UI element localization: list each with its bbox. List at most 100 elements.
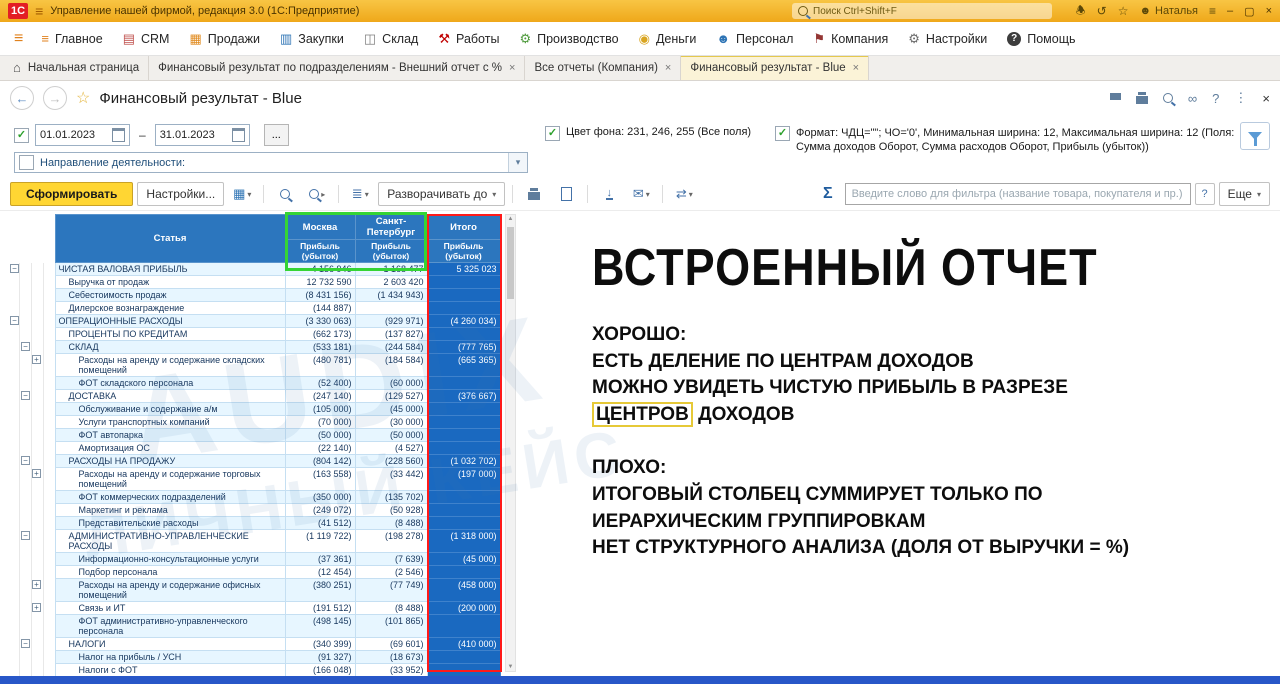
print-preview-button[interactable] [552, 183, 580, 205]
value-cell-moscow[interactable]: (163 558) [284, 467, 356, 491]
more-kebab-icon[interactable]: ⋮ [1234, 90, 1247, 106]
value-cell-moscow[interactable]: (533 181) [284, 340, 356, 354]
value-cell-total[interactable] [426, 376, 501, 390]
value-cell-spb[interactable]: (50 928) [354, 503, 428, 517]
menu-item-personnel[interactable]: ☻ Персонал [706, 22, 803, 55]
tab-close-icon[interactable]: × [509, 62, 515, 74]
article-cell[interactable]: ФОТ коммерческих подразделений [54, 490, 286, 504]
collapse-node-icon[interactable]: − [10, 315, 19, 325]
article-cell[interactable]: ОПЕРАЦИОННЫЕ РАСХОДЫ [54, 314, 286, 328]
menu-item-company[interactable]: ⚑ Компания [803, 22, 898, 55]
value-cell-spb[interactable]: (1 434 943) [354, 288, 428, 302]
value-cell-moscow[interactable]: (247 140) [284, 389, 356, 403]
article-cell[interactable]: Представительские расходы [54, 516, 286, 530]
value-cell-total[interactable]: (665 365) [426, 353, 501, 377]
value-cell-moscow[interactable]: (41 512) [284, 516, 356, 530]
value-cell-moscow[interactable]: (50 000) [284, 428, 356, 442]
value-cell-moscow[interactable]: (105 000) [284, 402, 356, 416]
value-cell-total[interactable]: (4 260 034) [426, 314, 501, 328]
article-cell[interactable]: Налог на прибыль / УСН [54, 650, 286, 664]
period-to-input[interactable] [155, 129, 228, 141]
bottom-scrollbar[interactable] [0, 676, 1280, 684]
article-cell[interactable]: Расходы на аренду и содержание офисных п… [54, 578, 286, 602]
column-header-moscow[interactable]: Москва [284, 214, 356, 240]
article-cell[interactable]: СКЛАД [54, 340, 286, 354]
link-icon[interactable]: ∞ [1188, 91, 1197, 106]
value-cell-spb[interactable]: (60 000) [354, 376, 428, 390]
menu-item-money[interactable]: ◉ Деньги [629, 22, 707, 55]
value-cell-spb[interactable]: (101 865) [354, 614, 428, 638]
value-cell-spb[interactable]: (137 827) [354, 327, 428, 341]
service-menu-icon[interactable]: ≡ [1209, 4, 1216, 18]
article-cell[interactable]: Обслуживание и содержание а/м [54, 402, 286, 416]
close-window-button[interactable]: × [1266, 5, 1272, 17]
value-cell-total[interactable] [426, 650, 501, 664]
filter-settings-button[interactable] [1240, 122, 1270, 150]
period-checkbox[interactable]: ✓ [14, 127, 29, 143]
value-cell-spb[interactable]: (77 749) [354, 578, 428, 602]
direction-filter-field[interactable]: Направление деятельности: ▾ [14, 152, 528, 173]
maximize-button[interactable]: ▢ [1244, 5, 1254, 18]
article-cell[interactable]: Амортизация ОС [54, 441, 286, 455]
article-cell[interactable]: РАСХОДЫ НА ПРОДАЖУ [54, 454, 286, 468]
value-cell-spb[interactable]: (4 527) [354, 441, 428, 455]
tab-1[interactable]: Финансовый результат по подразделениям -… [149, 55, 526, 80]
value-cell-total[interactable]: 5 325 023 [426, 262, 501, 276]
calendar-icon[interactable] [112, 128, 125, 142]
article-cell[interactable]: Выручка от продаж [54, 275, 286, 289]
value-cell-moscow[interactable]: (37 361) [284, 552, 356, 566]
direction-dropdown-icon[interactable]: ▾ [508, 153, 527, 172]
value-cell-total[interactable] [426, 565, 501, 579]
value-cell-spb[interactable]: (30 000) [354, 415, 428, 429]
value-cell-spb[interactable]: (198 278) [354, 529, 428, 553]
value-cell-spb[interactable]: (7 639) [354, 552, 428, 566]
sum-sigma-icon[interactable]: Σ [823, 185, 841, 203]
value-cell-total[interactable]: (197 000) [426, 467, 501, 491]
value-cell-total[interactable]: (410 000) [426, 637, 501, 651]
value-cell-moscow[interactable]: (380 251) [284, 578, 356, 602]
export-button[interactable]: ↓ [595, 183, 623, 205]
value-cell-total[interactable] [426, 614, 501, 638]
value-cell-moscow[interactable]: (91 327) [284, 650, 356, 664]
value-cell-total[interactable] [426, 402, 501, 416]
value-cell-moscow[interactable]: (498 145) [284, 614, 356, 638]
menu-item-production[interactable]: ⚙ Производство [509, 22, 628, 55]
tab-close-icon[interactable]: × [853, 62, 859, 74]
column-header-article[interactable]: Статья [54, 214, 286, 263]
value-cell-total[interactable] [426, 516, 501, 530]
expand-node-icon[interactable]: + [32, 602, 41, 612]
tab-3[interactable]: Финансовый результат - Blue × [681, 55, 870, 80]
article-cell[interactable]: Информационно-консультационные услуги [54, 552, 286, 566]
value-cell-moscow[interactable]: (3 330 063) [284, 314, 356, 328]
menu-item-settings[interactable]: ⚙ Настройки [898, 22, 997, 55]
period-from-field[interactable] [35, 124, 130, 146]
back-button[interactable]: ← [10, 86, 34, 110]
period-more-button[interactable]: ... [263, 124, 289, 146]
refresh-button[interactable]: ⇄ ▾ [670, 183, 698, 205]
article-cell[interactable]: ЧИСТАЯ ВАЛОВАЯ ПРИБЫЛЬ [54, 262, 286, 276]
article-cell[interactable]: Подбор персонала [54, 565, 286, 579]
value-cell-spb[interactable]: (244 584) [354, 340, 428, 354]
value-cell-spb[interactable]: (69 601) [354, 637, 428, 651]
value-cell-moscow[interactable]: (22 140) [284, 441, 356, 455]
menu-item-help[interactable]: ? Помощь [997, 22, 1085, 55]
value-cell-spb[interactable]: (8 488) [354, 516, 428, 530]
forward-button[interactable]: → [43, 86, 67, 110]
subheader-spb[interactable]: Прибыль (убыток) [354, 239, 428, 263]
article-cell[interactable]: Маркетинг и реклама [54, 503, 286, 517]
calendar-icon[interactable] [231, 128, 245, 142]
article-cell[interactable]: Расходы на аренду и содержание складских… [54, 353, 286, 377]
scroll-up-icon[interactable]: ▲ [506, 216, 515, 222]
collapse-node-icon[interactable]: − [10, 263, 19, 273]
menu-item-sales[interactable]: ▦ Продажи [179, 22, 270, 55]
value-cell-spb[interactable]: (8 488) [354, 601, 428, 615]
expand-node-icon[interactable]: + [32, 354, 41, 364]
collapse-node-icon[interactable]: − [21, 390, 30, 400]
article-cell[interactable]: Связь и ИТ [54, 601, 286, 615]
menu-item-crm[interactable]: ▤ CRM [113, 22, 180, 55]
more-button[interactable]: Еще ▾ [1218, 182, 1270, 206]
close-report-icon[interactable]: × [1262, 91, 1270, 106]
article-cell[interactable]: ФОТ административно-управленческого перс… [54, 614, 286, 638]
value-cell-spb[interactable]: (929 971) [354, 314, 428, 328]
menu-item-home-section[interactable]: ≡ Главное [31, 22, 112, 55]
